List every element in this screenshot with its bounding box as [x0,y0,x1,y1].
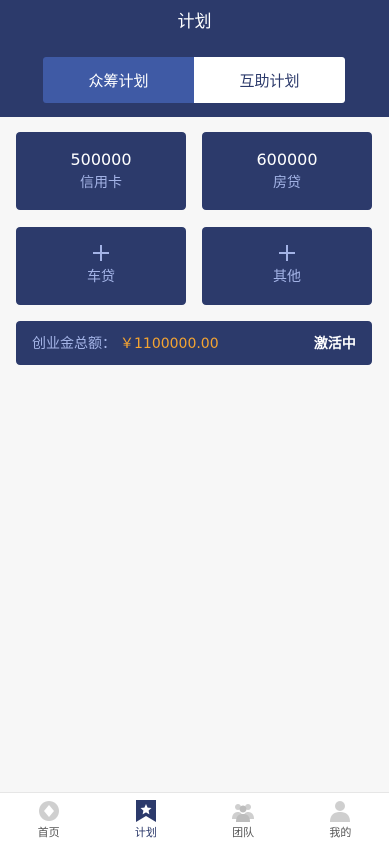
home-icon [38,801,59,821]
tabbar-item-mine[interactable]: 我的 [292,793,389,842]
tabbar-item-plan[interactable]: 计划 [97,793,194,842]
tabbar-item-team[interactable]: 团队 [195,793,292,842]
card-amount: 500000 [70,150,132,169]
header: 计划 众筹计划 互助计划 [0,0,389,117]
plus-icon [93,245,109,261]
team-icon [232,804,255,822]
card-car-loan[interactable]: 车贷 [16,227,186,305]
tabbar-item-home[interactable]: 首页 [0,793,97,842]
card-label: 信用卡 [80,175,122,191]
tab-crowdfunding-plan[interactable]: 众筹计划 [43,57,194,103]
card-amount: 600000 [256,150,318,169]
total-label: 创业金总额： [32,336,116,352]
card-other[interactable]: 其他 [202,227,372,305]
card-label: 房贷 [273,175,301,191]
bottom-tab-bar: 首页 计划 团队 我的 [0,792,389,842]
star-bookmark-icon [135,800,156,822]
card-mortgage[interactable]: 600000 房贷 [202,132,372,210]
total-funds-bar: 创业金总额： ￥1100000.00 激活中 [16,321,372,365]
app-root: 计划 众筹计划 互助计划 500000 信用卡 600000 房贷 车贷 其他 … [0,0,389,842]
tabbar-label: 团队 [232,826,255,839]
plan-tabs: 众筹计划 互助计划 [43,57,345,103]
tabbar-label: 我的 [329,826,352,839]
user-icon [330,801,351,822]
tabbar-label: 计划 [134,826,157,839]
total-value: ￥1100000.00 [120,336,219,352]
tabbar-label: 首页 [37,826,60,839]
card-credit-card[interactable]: 500000 信用卡 [16,132,186,210]
status-badge: 激活中 [314,336,356,352]
tab-mutual-aid-plan[interactable]: 互助计划 [194,57,345,103]
card-label: 车贷 [87,269,115,285]
page-title: 计划 [177,12,212,32]
plus-icon [279,245,295,261]
card-label: 其他 [273,269,301,285]
